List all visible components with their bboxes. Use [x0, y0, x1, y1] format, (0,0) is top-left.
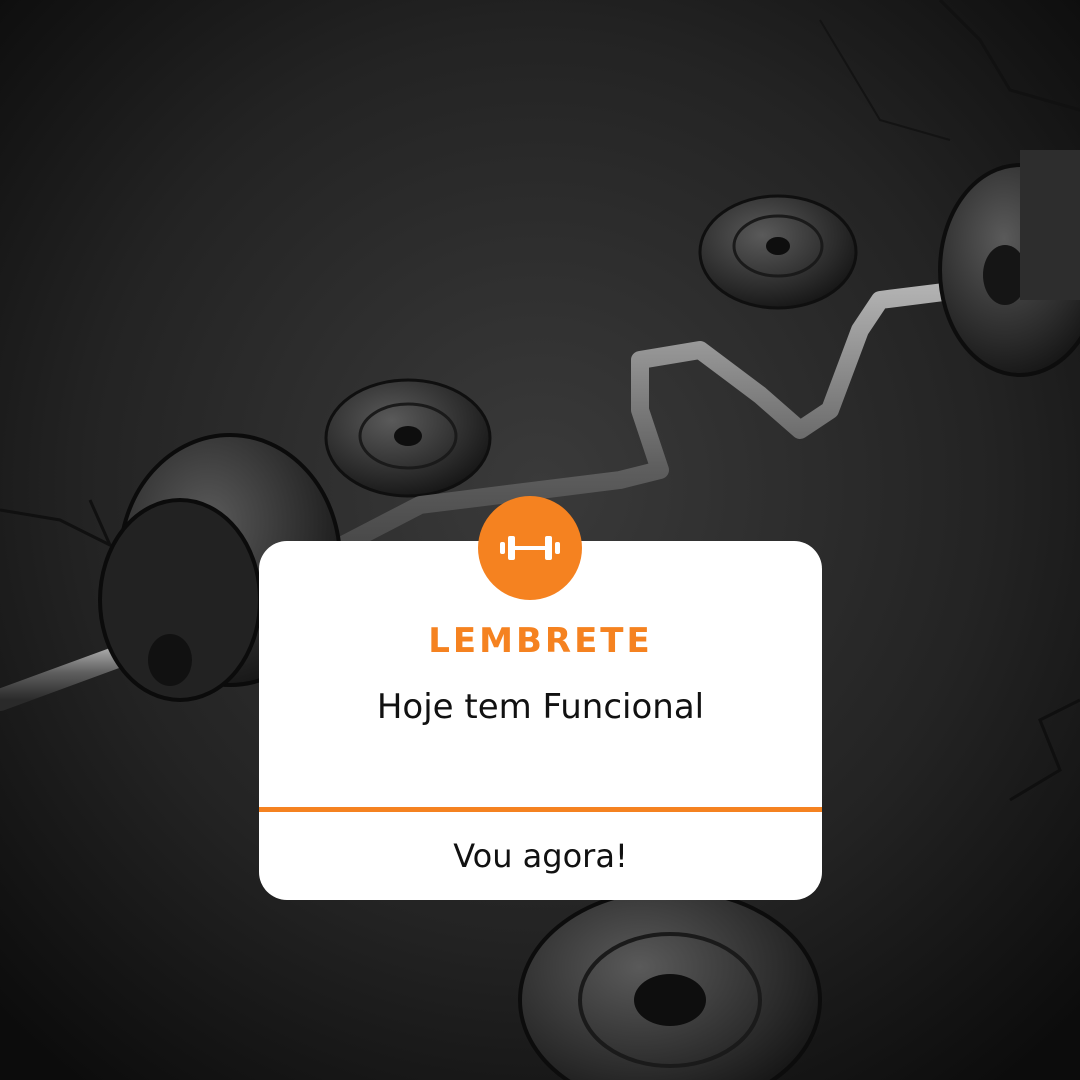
reminder-message: Hoje tem Funcional	[376, 687, 705, 727]
dumbbell-badge	[478, 496, 582, 600]
reminder-title: LEMBRETE	[428, 621, 653, 661]
go-now-button[interactable]: Vou agora!	[259, 812, 822, 900]
dumbbell-icon	[500, 536, 560, 560]
